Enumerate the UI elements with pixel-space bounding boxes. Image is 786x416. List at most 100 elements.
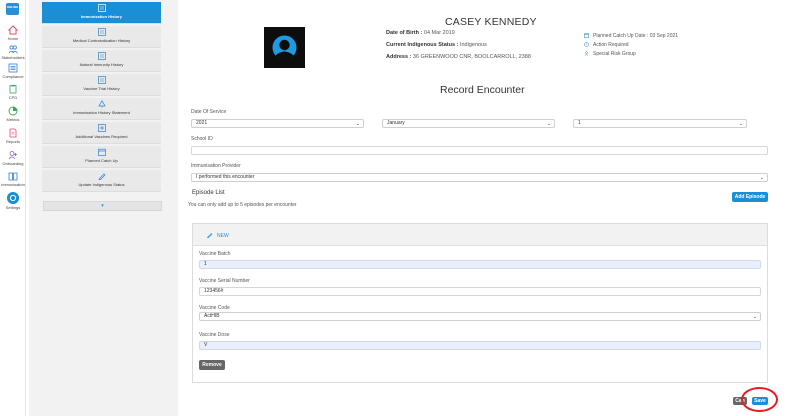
indigenous-label: Current Indigenous Status : (386, 42, 459, 48)
rail-label-immunisation: Immunisation (1, 182, 25, 187)
month-select[interactable]: January ⌄ (382, 119, 555, 128)
chevron-down-icon: ⌄ (355, 121, 360, 127)
clipboard-icon (9, 85, 17, 94)
submenu-item-additional-vaccines-required[interactable]: Additional Vaccines Required (42, 122, 161, 144)
patient-avatar (264, 27, 305, 68)
rail-item-reports[interactable]: Reports (0, 128, 26, 144)
episode-tag: NEW (217, 233, 229, 239)
chevron-down-icon: ⌄ (738, 121, 743, 127)
submenu-label: Natural Immunity History (79, 62, 124, 67)
rail-label-stakeholders: Stakeholders (1, 55, 25, 60)
submenu-item-immunisation-history[interactable]: Immunisation History (42, 2, 161, 24)
list-icon (97, 28, 106, 36)
vaccine-code-label: Vaccine Code (199, 305, 230, 311)
calendar-icon (97, 148, 106, 156)
submenu-label: Immunisation History Statement (73, 110, 130, 115)
year-select[interactable]: 2021 ⌄ (191, 119, 364, 128)
submenu-item-planned-catch-up[interactable]: Planned Catch Up (42, 146, 161, 168)
submenu-item-update-indigenous-status[interactable]: Update Indigenous Status (42, 170, 161, 192)
episode-status: NEW (207, 232, 229, 239)
list-icon (97, 76, 106, 84)
home-icon (8, 25, 18, 35)
list-icon (97, 52, 106, 60)
rail-label-home: Home (7, 36, 19, 41)
remove-episode-button[interactable]: Remove (199, 360, 225, 370)
metrics-icon (8, 106, 18, 116)
rail-label-cpd: CPD (8, 95, 18, 100)
indigenous-line: Current Indigenous Status : Indigenous (386, 42, 487, 48)
date-of-service-label: Date Of Service (191, 109, 227, 115)
indigenous-value: Indigenous (459, 42, 487, 48)
icon-rail: ONLINE Home Stakeholders Compliance CPD … (0, 0, 26, 416)
dob-line: Date of Birth : 04 Mar 2019 (386, 30, 455, 36)
immunisation-provider-label: Immunisation Provider (191, 163, 241, 169)
school-id-input[interactable] (191, 146, 768, 155)
episode-header: NEW (193, 224, 767, 246)
vaccine-serial-number-input[interactable]: 123456# (199, 287, 761, 296)
onboarding-icon (8, 151, 17, 160)
rail-item-settings[interactable]: Settings (0, 192, 26, 210)
tree-icon (97, 100, 106, 108)
address-line: Address : 36 GREENWOOD CNR, BOOLCARROLL,… (386, 54, 531, 60)
pencil-icon (207, 233, 213, 239)
submenu-collapse-toggle[interactable]: ▾ (43, 201, 162, 211)
episode-list-label: Episode List (192, 190, 225, 196)
vaccine-code-select[interactable]: ActHIB ⌄ (199, 312, 761, 321)
chevron-down-icon: ⌄ (759, 175, 764, 181)
day-select[interactable]: 1 ⌄ (573, 119, 747, 128)
report-icon (9, 128, 17, 138)
vaccine-code-value: ActHIB (204, 313, 220, 319)
submenu-label: Update Indigenous Status (78, 182, 125, 187)
planned-catch-up-date: Planned Catch Up Date : 03 Sep 2021 (584, 33, 678, 39)
warning-icon (584, 42, 589, 47)
action-required: Action Required (584, 42, 629, 48)
rail-item-immunisation[interactable]: Immunisation (0, 171, 26, 187)
submenu-item-medical-contraindication-history[interactable]: Medical Contraindication History (42, 26, 161, 48)
action-required-text: Action Required (593, 42, 629, 48)
vaccine-serial-number-label: Vaccine Serial Number (199, 278, 250, 284)
book-icon (8, 172, 18, 181)
month-value: January (387, 120, 405, 126)
submenu-label: Medical Contraindication History (72, 38, 131, 43)
episode-limit-note: You can only add up to 5 episodes per en… (188, 202, 297, 208)
rail-item-compliance[interactable]: Compliance (0, 63, 26, 79)
rail-item-metrics[interactable]: Metrics (0, 106, 26, 122)
rail-item-cpd[interactable]: CPD (0, 84, 26, 100)
submenu-item-natural-immunity-history[interactable]: Natural Immunity History (42, 50, 161, 72)
submenu-item-vaccine-trial-history[interactable]: Vaccine Trial History (42, 74, 161, 96)
school-id-label: School ID (191, 136, 213, 142)
rail-label-onboarding: Onboarding (2, 161, 24, 166)
submenu-label: Planned Catch Up (85, 158, 118, 163)
provider-value: I performed this encounter (196, 174, 255, 180)
record-encounter-title: Record Encounter (440, 84, 525, 96)
vaccine-dose-input[interactable]: V (199, 341, 761, 350)
calendar-icon (584, 33, 589, 38)
submenu-item-immunisation-history-statement[interactable]: Immunisation History Statement (42, 98, 161, 120)
app-logo: ONLINE (6, 3, 19, 15)
patient-name: CASEY KENNEDY (445, 16, 537, 28)
special-risk-text: Special Risk Group (593, 51, 636, 57)
chevron-down-icon: ⌄ (752, 314, 757, 320)
rail-item-stakeholders[interactable]: Stakeholders (0, 44, 26, 60)
chevron-down-icon: ⌄ (546, 121, 551, 127)
rail-item-onboarding[interactable]: Onboarding (0, 150, 26, 166)
users-icon (8, 45, 18, 54)
submenu-label: Immunisation History (81, 14, 122, 19)
vaccine-dose-label: Vaccine Dose (199, 332, 230, 338)
rail-label-reports: Reports (5, 139, 20, 144)
address-value: 36 GREENWOOD CNR, BOOLCARROLL, 2388 (412, 54, 531, 60)
vaccine-batch-input[interactable]: 1 (199, 260, 761, 269)
highlight-circle (741, 387, 778, 412)
submenu-label: Additional Vaccines Required (75, 134, 128, 139)
rail-label-compliance: Compliance (2, 74, 24, 79)
immunisation-provider-select[interactable]: I performed this encounter ⌄ (191, 173, 768, 182)
person-icon (272, 35, 297, 60)
gear-icon (7, 192, 19, 204)
special-risk-group: Special Risk Group (584, 51, 636, 57)
list-icon (8, 63, 18, 73)
dob-value: 04 Mar 2019 (423, 30, 455, 36)
rail-label-settings: Settings (5, 205, 21, 210)
rail-item-home[interactable]: Home (0, 25, 26, 41)
add-episode-button[interactable]: Add Episode (732, 192, 768, 202)
dob-label: Date of Birth : (386, 30, 423, 36)
